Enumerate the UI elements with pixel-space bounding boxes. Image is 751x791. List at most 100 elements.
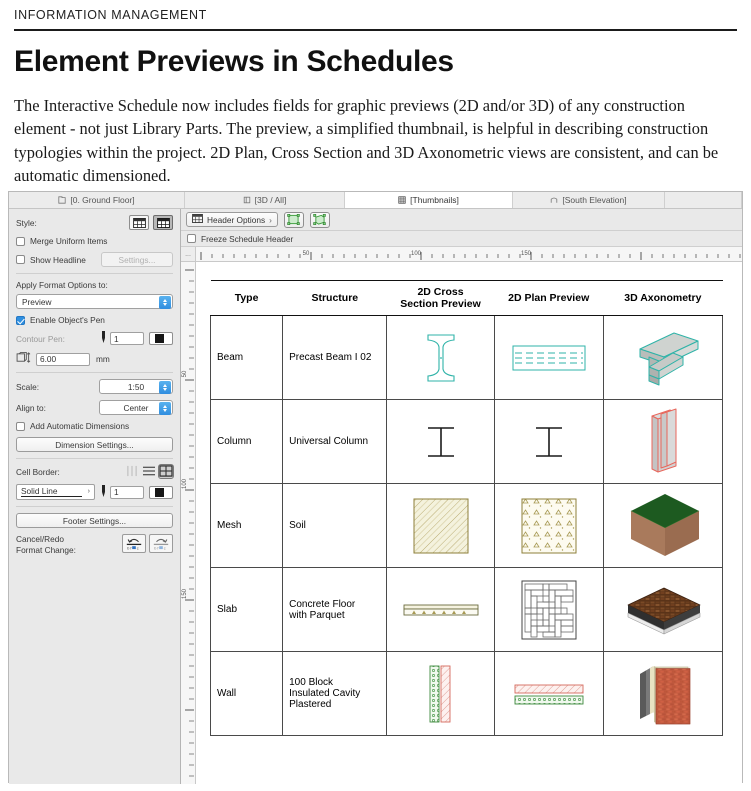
svg-text:c: c bbox=[137, 546, 139, 550]
chevron-right-icon: › bbox=[87, 488, 90, 495]
cancel-redo-labels: Cancel/Redo Format Change: bbox=[16, 534, 76, 556]
column-header-axonometry: 3D Axonometry bbox=[603, 281, 723, 317]
chevron-stepper-icon[interactable] bbox=[159, 381, 171, 394]
merge-uniform-items-row[interactable]: Merge Uniform Items bbox=[16, 236, 173, 246]
chevron-stepper-icon[interactable] bbox=[159, 296, 171, 309]
cancel-redo-label-line2: Format Change: bbox=[16, 545, 76, 556]
tab-ground-floor[interactable]: [0. Ground Floor] bbox=[9, 192, 185, 208]
header-options-button[interactable]: Header Options › bbox=[186, 212, 278, 227]
contour-pen-color-swatch[interactable] bbox=[149, 332, 173, 345]
structure-line: 100 Block bbox=[289, 677, 334, 689]
cell-structure: Soil bbox=[282, 483, 388, 569]
preview-size-row: 6.00 mm bbox=[16, 352, 173, 366]
undo-format-button[interactable]: b fc bbox=[122, 534, 146, 553]
schedule-table-head: Type Structure 2D Cross Section Preview bbox=[210, 280, 723, 317]
border-vertical-icon[interactable] bbox=[125, 465, 139, 478]
page-title: Element Previews in Schedules bbox=[14, 45, 454, 78]
line-pen-value[interactable]: 1 bbox=[110, 485, 144, 499]
table-header-row: Type Structure 2D Cross Section Preview bbox=[210, 281, 723, 317]
tab-label: [Thumbnails] bbox=[410, 195, 459, 205]
freeze-schedule-header-checkbox[interactable] bbox=[187, 234, 196, 243]
table-row[interactable]: Beam Precast Beam I 02 bbox=[209, 315, 724, 401]
vertical-ruler[interactable]: 50 100 150 bbox=[181, 262, 196, 784]
schedule-canvas[interactable]: Type Structure 2D Cross Section Preview bbox=[196, 262, 742, 784]
table-row[interactable]: Wall 100 Block Insulated Cavity Plastere… bbox=[209, 651, 724, 737]
pen-tip-icon bbox=[100, 484, 107, 500]
cell-type: Beam bbox=[209, 315, 284, 401]
svg-text:100: 100 bbox=[182, 478, 188, 489]
cancel-redo-row: Cancel/Redo Format Change: b f c b f c bbox=[16, 534, 173, 556]
header-line1: Type bbox=[234, 292, 259, 305]
line-type-select[interactable]: Solid Line › bbox=[16, 484, 95, 500]
apply-format-row: Preview bbox=[16, 294, 173, 309]
table-row[interactable]: Slab Concrete Floor with Parquet bbox=[209, 567, 724, 653]
slab-section-icon bbox=[403, 604, 478, 616]
align-select[interactable]: Center bbox=[99, 400, 173, 415]
border-horizontal-icon[interactable] bbox=[142, 465, 156, 478]
contour-pen-value[interactable]: 1 bbox=[110, 332, 144, 345]
align-value: Center bbox=[123, 402, 149, 413]
style-row: Style: bbox=[16, 215, 173, 230]
beam-3d-teal-icon bbox=[639, 332, 699, 386]
redo-format-button[interactable]: b fc bbox=[149, 534, 173, 553]
structure-line: Plastered bbox=[289, 699, 332, 711]
svg-text:b f: b f bbox=[154, 546, 159, 550]
table-row[interactable]: Column Universal Column bbox=[209, 399, 724, 485]
line-type-value: Solid Line bbox=[21, 486, 58, 496]
wall-plan-icon bbox=[514, 684, 584, 705]
headline-settings-button[interactable]: Settings... bbox=[101, 252, 173, 267]
application-window: [0. Ground Floor] [3D / All] [Thumbnails… bbox=[8, 191, 743, 784]
cell-structure: Precast Beam I 02 bbox=[282, 315, 388, 401]
add-auto-dimensions-row: Add Automatic Dimensions bbox=[16, 421, 173, 431]
show-headline-label: Show Headline bbox=[30, 254, 86, 265]
merge-uniform-items-checkbox[interactable] bbox=[16, 236, 25, 246]
grid-style-full-button[interactable] bbox=[153, 215, 173, 230]
add-auto-dimensions-checkbox[interactable] bbox=[16, 421, 25, 431]
slab-3d-parquet-icon bbox=[627, 587, 701, 634]
scale-row: Scale: 1:50 bbox=[16, 379, 173, 394]
chevron-right-icon: › bbox=[269, 214, 272, 225]
column-plan-black-icon bbox=[535, 426, 562, 457]
ruler-corner-button[interactable]: ... bbox=[181, 247, 196, 261]
enable-objects-pen-checkbox[interactable] bbox=[16, 315, 25, 325]
footer-settings-button[interactable]: Footer Settings... bbox=[16, 513, 173, 528]
cell-plan-preview bbox=[493, 483, 604, 569]
article-kicker: INFORMATION MANAGEMENT bbox=[14, 8, 207, 22]
horizontal-ruler[interactable]: 50 100 150 bbox=[196, 247, 742, 261]
chevron-stepper-icon[interactable] bbox=[159, 402, 171, 415]
preview-size-unit: mm bbox=[96, 354, 110, 364]
tab-strip: [0. Ground Floor] [3D / All] [Thumbnails… bbox=[9, 192, 742, 209]
cell-cross-section bbox=[386, 567, 495, 653]
structure-line: Precast Beam I 02 bbox=[289, 352, 372, 364]
line-pen-color-swatch[interactable] bbox=[149, 485, 173, 499]
table-row[interactable]: Mesh Soil bbox=[209, 483, 724, 569]
fit-selection-button[interactable] bbox=[283, 211, 304, 228]
tab-south-elevation[interactable]: [South Elevation] bbox=[513, 192, 665, 208]
border-all-icon[interactable] bbox=[158, 464, 174, 479]
page-root: INFORMATION MANAGEMENT Element Previews … bbox=[0, 0, 751, 791]
soil-hatch-section-icon bbox=[413, 498, 468, 554]
floor-plan-icon bbox=[58, 196, 66, 204]
grid-style-simple-button[interactable] bbox=[129, 215, 149, 230]
grid-icon bbox=[398, 196, 406, 204]
tab-3d-all[interactable]: [3D / All] bbox=[185, 192, 345, 208]
cell-axonometry bbox=[602, 315, 724, 401]
inspector-divider-1 bbox=[16, 273, 173, 274]
cell-axonometry bbox=[602, 399, 724, 485]
apply-format-select[interactable]: Preview bbox=[16, 294, 173, 309]
column-header-plan-preview: 2D Plan Preview bbox=[494, 281, 604, 317]
dimension-settings-button[interactable]: Dimension Settings... bbox=[16, 437, 173, 452]
merge-uniform-items-label: Merge Uniform Items bbox=[30, 236, 108, 246]
preview-size-field[interactable]: 6.00 bbox=[36, 352, 90, 366]
tab-thumbnails[interactable]: [Thumbnails] bbox=[345, 192, 513, 208]
structure-line: Universal Column bbox=[289, 436, 369, 448]
cell-cross-section bbox=[386, 315, 495, 401]
show-headline-checkbox[interactable] bbox=[16, 255, 25, 264]
wall-section-icon bbox=[429, 665, 450, 723]
fit-3d-selection-button[interactable] bbox=[309, 211, 330, 228]
scale-select[interactable]: 1:50 bbox=[99, 379, 173, 394]
cancel-redo-label-line1: Cancel/Redo bbox=[16, 534, 64, 544]
align-label: Align to: bbox=[16, 402, 46, 413]
cell-cross-section bbox=[386, 483, 495, 569]
cell-border-label: Cell Border: bbox=[16, 466, 60, 477]
